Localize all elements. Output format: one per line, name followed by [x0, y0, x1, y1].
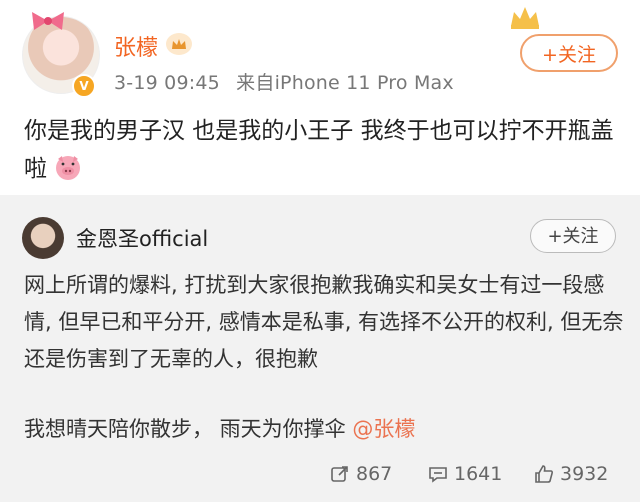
post-timestamp: 3-19 09:45 — [114, 72, 220, 94]
pig-emoji-icon — [56, 156, 80, 180]
like-count: 3932 — [560, 463, 609, 485]
repost-text: 网上所谓的爆料, 打扰到大家很抱歉我确实和吴女士有过一段感情, 但早已和平分开,… — [24, 273, 624, 371]
like-icon — [535, 465, 553, 483]
repost-count-button[interactable]: 867 — [330, 463, 392, 485]
comment-icon — [429, 467, 447, 483]
verified-badge-icon: V — [72, 74, 96, 98]
repost-count: 867 — [356, 463, 393, 485]
follow-button[interactable]: +关注 — [520, 34, 618, 72]
repost-text-line2: 我想晴天陪你散步， 雨天为你撑伞 @张檬 — [24, 413, 415, 443]
pink-bow-icon — [32, 12, 64, 30]
original-post: V 张檬 3-19 09:45 来自iPhone 11 Pro Max +关注 … — [0, 0, 640, 195]
post-source: 来自iPhone 11 Pro Max — [236, 72, 454, 94]
repost-icon — [331, 466, 348, 482]
post-body: 你是我的男子汉 也是我的小王子 我终于也可以拧不开瓶盖啦 — [24, 112, 624, 188]
repost-follow-button[interactable]: +关注 — [530, 219, 616, 253]
post-text: 你是我的男子汉 也是我的小王子 我终于也可以拧不开瓶盖啦 — [24, 118, 614, 182]
repost-username[interactable]: 金恩圣official — [76, 223, 208, 253]
repost-text2: 我想晴天陪你散步， 雨天为你撑伞 — [24, 417, 346, 441]
comment-count: 1641 — [454, 463, 503, 485]
post-username[interactable]: 张檬 — [114, 30, 158, 62]
like-count-button[interactable]: 3932 — [534, 463, 608, 485]
post-meta: 3-19 09:45 来自iPhone 11 Pro Max — [114, 68, 454, 95]
comment-count-button[interactable]: 1641 — [428, 463, 502, 485]
mention-link[interactable]: @张檬 — [352, 417, 415, 441]
crown-icon — [166, 33, 192, 55]
crown-decoration-icon — [511, 7, 539, 29]
repost-user-avatar[interactable] — [22, 217, 64, 259]
reposted-content: 金恩圣official +关注 网上所谓的爆料, 打扰到大家很抱歉我确实和吴女士… — [0, 195, 640, 502]
